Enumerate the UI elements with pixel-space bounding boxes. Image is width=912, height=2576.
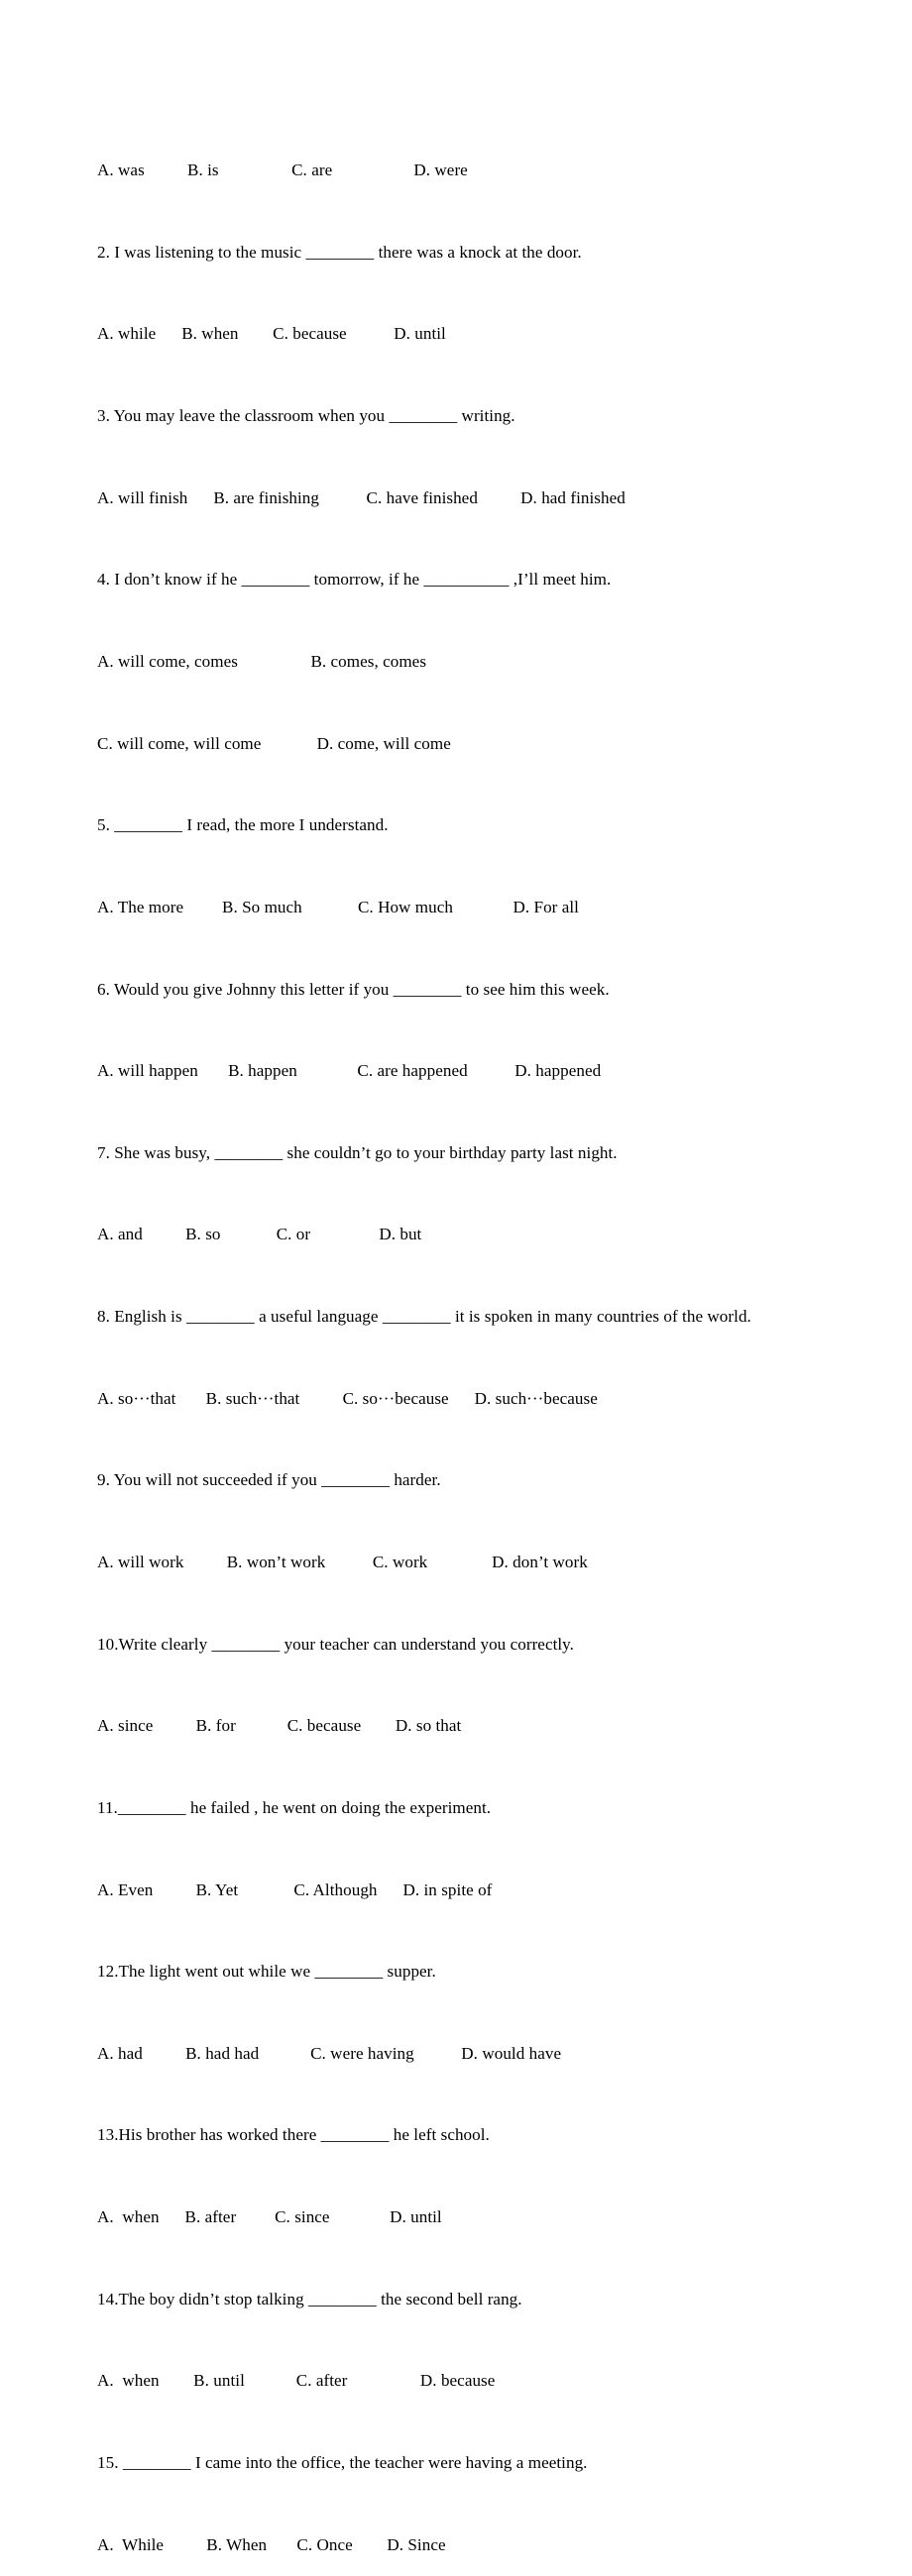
worksheet-body: A. was B. is C. are D. were 2. I was lis…: [97, 102, 843, 2576]
question-line: 10.Write clearly ________ your teacher c…: [97, 1634, 574, 1654]
question-line: 12.The light went out while we ________ …: [97, 1962, 436, 1982]
question-line: 15. ________ I came into the office, the…: [97, 2453, 588, 2473]
options-line: C. will come, will come D. come, will co…: [97, 733, 451, 753]
question-line: 14.The boy didn’t stop talking ________ …: [97, 2289, 522, 2308]
question-line: 3. You may leave the classroom when you …: [97, 406, 515, 426]
question-line: 5. ________ I read, the more I understan…: [97, 815, 389, 835]
options-line: A. when B. until C. after D. because: [97, 2371, 496, 2391]
document-page: A. was B. is C. are D. were 2. I was lis…: [0, 0, 912, 2554]
question-line: 2. I was listening to the music ________…: [97, 242, 582, 262]
options-line: A. and B. so C. or D. but: [97, 1225, 422, 1244]
question-line: 9. You will not succeeded if you _______…: [97, 1470, 441, 1490]
options-line: A. The more B. So much C. How much D. Fo…: [97, 897, 579, 916]
options-line: A. will work B. won’t work C. work D. do…: [97, 1552, 588, 1571]
options-line: A. Even B. Yet C. Although D. in spite o…: [97, 1879, 493, 1899]
options-line: A. was B. is C. are D. were: [97, 161, 468, 180]
options-line: A. while B. when C. because D. until: [97, 324, 446, 344]
options-line: A. will finish B. are finishing C. have …: [97, 487, 626, 507]
question-line: 13.His brother has worked there ________…: [97, 2125, 490, 2145]
options-line: A. since B. for C. because D. so that: [97, 1716, 462, 1736]
options-line: A. While B. When C. Once D. Since: [97, 2534, 446, 2554]
options-line: A. will come, comes B. comes, comes: [97, 651, 427, 671]
question-line: 4. I don’t know if he ________ tomorrow,…: [97, 570, 612, 590]
options-line: A. had B. had had C. were having D. woul…: [97, 2043, 562, 2063]
question-line: 7. She was busy, ________ she couldn’t g…: [97, 1142, 618, 1162]
question-line: 11.________ he failed , he went on doing…: [97, 1797, 492, 1817]
options-line: A. so···that B. such···that C. so···beca…: [97, 1388, 598, 1408]
question-line: 8. English is ________ a useful language…: [97, 1307, 751, 1327]
question-line: 6. Would you give Johnny this letter if …: [97, 979, 610, 999]
options-line: A. will happen B. happen C. are happened…: [97, 1061, 602, 1081]
options-line: A. when B. after C. since D. until: [97, 2207, 442, 2227]
